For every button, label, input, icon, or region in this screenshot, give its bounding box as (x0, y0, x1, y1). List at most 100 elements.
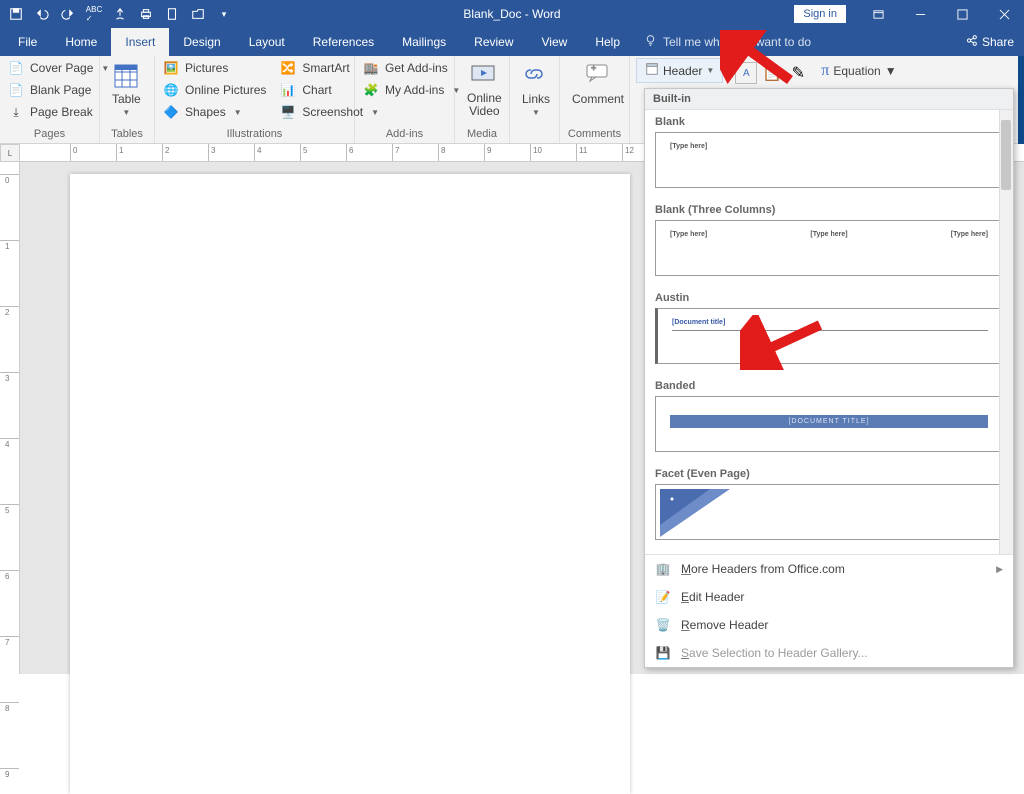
addins-icon: 🧩 (363, 82, 379, 98)
maximize-button[interactable] (942, 0, 982, 28)
comment-icon: + (584, 62, 612, 90)
equation-label: Equation (833, 64, 880, 78)
header-icon (645, 62, 659, 79)
tab-file[interactable]: File (4, 28, 51, 56)
online-pictures-label: Online Pictures (185, 83, 266, 97)
tab-references[interactable]: References (299, 28, 388, 56)
print-icon[interactable] (136, 4, 156, 24)
vertical-ruler[interactable]: 0123456789 (0, 162, 20, 674)
pictures-icon: 🖼️ (163, 60, 179, 76)
tab-help[interactable]: Help (581, 28, 634, 56)
save-icon[interactable] (6, 4, 26, 24)
text-box-icon[interactable]: A (735, 62, 757, 84)
page-break-label: Page Break (30, 105, 93, 119)
online-pictures-icon: 🌐 (163, 82, 179, 98)
online-video-button[interactable]: Online Video (461, 58, 508, 118)
header-option-name: Austin (655, 292, 1003, 304)
header-option-facet-even[interactable]: Facet (Even Page) (645, 462, 1013, 550)
placeholder-text: [Type here] (670, 231, 707, 238)
equation-button[interactable]: π Equation ▼ (821, 58, 896, 80)
tab-layout[interactable]: Layout (235, 28, 299, 56)
links-button[interactable]: Links▼ (516, 58, 556, 117)
page-break-button[interactable]: ⤓ Page Break (6, 102, 111, 122)
table-icon (112, 62, 140, 90)
chevron-right-icon: ▶ (996, 564, 1003, 575)
ruler-corner[interactable]: L (0, 144, 20, 162)
more-headers-label: More Headers from Office.com (681, 562, 845, 576)
ribbon-display-icon[interactable] (858, 0, 898, 28)
sign-in-button[interactable]: Sign in (794, 5, 846, 23)
header-option-name: Blank (Three Columns) (655, 204, 1003, 216)
header-option-blank[interactable]: Blank [Type here] (645, 110, 1013, 198)
share-label: Share (982, 35, 1014, 49)
more-headers-menu[interactable]: 🏢 More Headers from Office.com ▶ (645, 555, 1013, 583)
edit-icon: 📝 (655, 589, 671, 605)
chevron-down-icon: ▼ (706, 66, 714, 75)
header-preview (655, 484, 1003, 540)
header-label: Header (663, 64, 702, 78)
links-label: Links (522, 92, 550, 106)
get-addins-button[interactable]: 🏬Get Add-ins (361, 58, 462, 78)
tab-insert[interactable]: Insert (111, 28, 169, 56)
blank-page-icon: 📄 (8, 82, 24, 98)
header-option-name: Blank (655, 116, 1003, 128)
minimize-button[interactable] (900, 0, 940, 28)
cover-page-button[interactable]: 📄Cover Page▼ (6, 58, 111, 78)
quick-parts-icon[interactable]: 📋 (761, 62, 783, 84)
redo-icon[interactable] (58, 4, 78, 24)
new-doc-icon[interactable] (162, 4, 182, 24)
tab-view[interactable]: View (528, 28, 582, 56)
dropdown-scrollbar[interactable] (999, 110, 1013, 554)
open-icon[interactable] (188, 4, 208, 24)
remove-header-menu[interactable]: 🗑️ Remove Header (645, 611, 1013, 639)
table-button[interactable]: Table▼ (106, 58, 147, 117)
online-pictures-button[interactable]: 🌐 Online Pictures (161, 80, 268, 100)
header-option-banded[interactable]: Banded [DOCUMENT TITLE] (645, 374, 1013, 462)
placeholder-text: [Type here] (810, 231, 847, 238)
shapes-button[interactable]: 🔷Shapes▼ (161, 102, 268, 122)
header-option-three-columns[interactable]: Blank (Three Columns) [Type here] [Type … (645, 198, 1013, 286)
document-page[interactable] (70, 174, 630, 794)
tab-mailings[interactable]: Mailings (388, 28, 460, 56)
store-icon: 🏬 (363, 60, 379, 76)
header-button[interactable]: Header ▼ (636, 58, 723, 83)
pictures-button[interactable]: 🖼️Pictures (161, 58, 268, 78)
save-gallery-label: Save Selection to Header Gallery... (681, 646, 868, 660)
group-media: Online Video Media (455, 56, 510, 143)
blank-page-button[interactable]: 📄 Blank Page (6, 80, 111, 100)
title-bar: ABC✓ ▾ Blank_Doc - Word Sign in (0, 0, 1024, 28)
header-option-austin[interactable]: Austin [Document title] (645, 286, 1013, 374)
tab-review[interactable]: Review (460, 28, 527, 56)
group-tables: Table▼ Tables (100, 56, 155, 143)
chart-label: Chart (302, 83, 331, 97)
share-button[interactable]: Share (965, 28, 1014, 56)
remove-icon: 🗑️ (655, 617, 671, 633)
group-media-label: Media (461, 126, 503, 143)
link-icon (522, 62, 550, 90)
close-button[interactable] (984, 0, 1024, 28)
dropdown-scroll-area: Blank [Type here] Blank (Three Columns) … (645, 110, 1013, 554)
tab-home[interactable]: Home (51, 28, 111, 56)
my-addins-button[interactable]: 🧩My Add-ins▼ (361, 80, 462, 100)
tell-me-search[interactable]: Tell me what you want to do (634, 28, 821, 56)
smartart-label: SmartArt (302, 61, 349, 75)
tab-design[interactable]: Design (169, 28, 234, 56)
group-comments: + Comment Comments (560, 56, 630, 143)
chart-icon: 📊 (280, 82, 296, 98)
spellcheck-icon[interactable]: ABC✓ (84, 4, 104, 24)
wordart-icon[interactable]: ✎ (787, 62, 809, 84)
group-comments-label: Comments (566, 126, 623, 143)
qat-more-icon[interactable]: ▾ (214, 4, 234, 24)
dropdown-section-title: Built-in (645, 89, 1013, 110)
blank-page-label: Blank Page (30, 83, 91, 97)
comment-button[interactable]: + Comment (566, 58, 630, 106)
touch-mode-icon[interactable] (110, 4, 130, 24)
edit-header-menu[interactable]: 📝 Edit Header (645, 583, 1013, 611)
placeholder-text: [DOCUMENT TITLE] (670, 415, 988, 428)
scrollbar-thumb[interactable] (1001, 120, 1011, 190)
quick-access-toolbar: ABC✓ ▾ (0, 0, 240, 28)
table-label: Table (112, 92, 141, 106)
undo-icon[interactable] (32, 4, 52, 24)
save-to-gallery-menu: 💾 Save Selection to Header Gallery... (645, 639, 1013, 667)
page-break-icon: ⤓ (8, 104, 24, 120)
